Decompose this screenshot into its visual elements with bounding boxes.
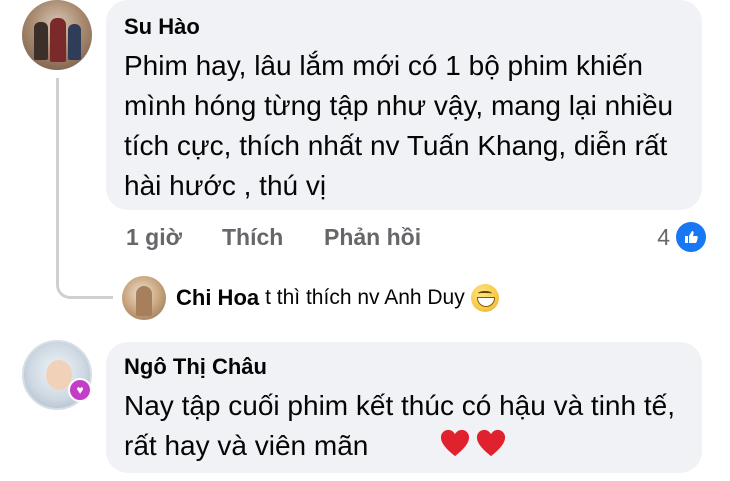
care-badge-icon: ♥	[68, 378, 92, 402]
reply-text: t thì thích nv Anh Duy	[265, 286, 465, 309]
comment-timestamp[interactable]: 1 giờ	[126, 224, 182, 251]
reply-avatar[interactable]	[122, 276, 166, 320]
reaction-count[interactable]: 4	[657, 220, 708, 254]
reply-author[interactable]: Chi Hoa	[176, 285, 259, 311]
red-heart-icon	[440, 429, 470, 457]
like-count: 4	[657, 223, 670, 250]
red-heart-icon	[476, 429, 506, 457]
grinning-face-icon	[470, 284, 499, 312]
avatar[interactable]	[22, 0, 92, 70]
comment-author[interactable]: Ngô Thị Châu	[124, 354, 267, 380]
comment-text: Phim hay, lâu lắm mới có 1 bộ phim khiến…	[124, 50, 674, 201]
comment-author[interactable]: Su Hào	[124, 14, 200, 40]
thumbs-up-icon	[674, 220, 708, 254]
reply-button[interactable]: Phản hồi	[324, 224, 421, 251]
comment-text: Nay tập cuối phim kết thúc có hậu và tin…	[124, 390, 675, 461]
reply-thread-line	[56, 78, 113, 299]
like-button[interactable]: Thích	[222, 224, 283, 251]
reply-summary[interactable]: Chi Hoa t thì thích nv Anh Duy	[176, 284, 499, 312]
hearts-emoji	[440, 428, 512, 458]
